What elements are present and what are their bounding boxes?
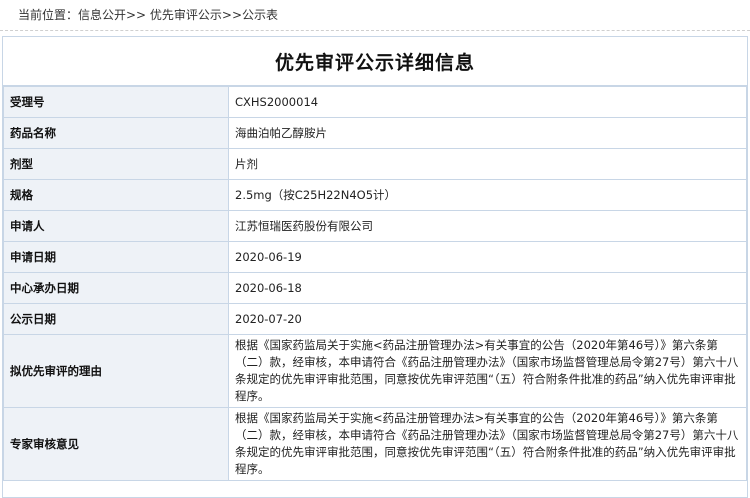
field-label: 公示日期 [3,303,229,335]
field-label: 专家审核意见 [3,407,229,481]
table-row: 拟优先审评的理由 根据《国家药监局关于实施<药品注册管理办法>有关事宜的公告（2… [3,334,747,408]
field-value: 2020-06-18 [228,272,747,304]
field-value: 根据《国家药监局关于实施<药品注册管理办法>有关事宜的公告（2020年第46号）… [228,407,747,481]
field-value: 2.5mg（按C25H22N4O5计） [228,179,747,211]
page-title: 优先审评公示详细信息 [274,51,475,74]
table-row: 受理号 CXHS2000014 [3,86,747,118]
field-value: 海曲泊帕乙醇胺片 [228,117,747,149]
table-row: 中心承办日期 2020-06-18 [3,272,747,304]
detail-table: 受理号 CXHS2000014 药品名称 海曲泊帕乙醇胺片 剂型 片剂 规格 2… [3,86,747,481]
field-value: 根据《国家药监局关于实施<药品注册管理办法>有关事宜的公告（2020年第46号）… [228,334,747,408]
table-row: 规格 2.5mg（按C25H22N4O5计） [3,179,747,211]
field-value: 2020-07-20 [228,303,747,335]
detail-panel: 优先审评公示详细信息 受理号 CXHS2000014 药品名称 海曲泊帕乙醇胺片… [2,36,748,498]
table-row: 药品名称 海曲泊帕乙醇胺片 [3,117,747,149]
field-label: 拟优先审评的理由 [3,334,229,408]
field-value: 片剂 [228,148,747,180]
field-value: 江苏恒瑞医药股份有限公司 [228,210,747,242]
table-row: 专家审核意见 根据《国家药监局关于实施<药品注册管理办法>有关事宜的公告（202… [3,407,747,481]
field-value: 2020-06-19 [228,241,747,273]
table-row: 公示日期 2020-07-20 [3,303,747,335]
field-label: 受理号 [3,86,229,118]
table-row: 申请日期 2020-06-19 [3,241,747,273]
field-value: CXHS2000014 [228,86,747,118]
field-label: 药品名称 [3,117,229,149]
field-label: 剂型 [3,148,229,180]
title-row: 优先审评公示详细信息 [3,37,747,86]
field-label: 申请人 [3,210,229,242]
breadcrumb: 当前位置：信息公开>> 优先审评公示>>公示表 [0,0,750,31]
table-row: 申请人 江苏恒瑞医药股份有限公司 [3,210,747,242]
field-label: 规格 [3,179,229,211]
field-label: 申请日期 [3,241,229,273]
field-label: 中心承办日期 [3,272,229,304]
table-row: 剂型 片剂 [3,148,747,180]
